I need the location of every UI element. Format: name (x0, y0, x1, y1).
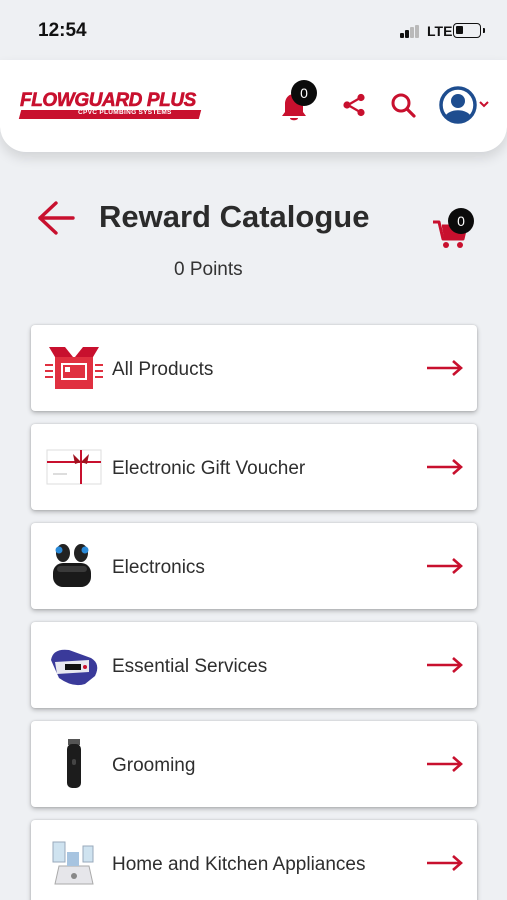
arrow-right-icon[interactable] (426, 556, 464, 576)
category-card-electronics[interactable]: Electronics (31, 523, 477, 609)
arrow-right-icon[interactable] (426, 754, 464, 774)
flowguard-logo: FLOWGUARD PLUS CPVC PLUMBING SYSTEMS (18, 88, 204, 122)
category-card-gift-voucher[interactable]: Electronic Gift Voucher (31, 424, 477, 510)
category-label: Essential Services (112, 656, 268, 677)
arrow-right-icon[interactable] (426, 358, 464, 378)
cart-badge: 0 (448, 208, 474, 234)
gift-voucher-icon (46, 449, 102, 485)
category-label: Electronic Gift Voucher (112, 458, 306, 479)
battery-icon (453, 23, 485, 38)
back-arrow-icon[interactable] (36, 199, 76, 237)
category-card-essential-services[interactable]: Essential Services (31, 622, 477, 708)
category-label: Electronics (112, 557, 205, 578)
arrow-right-icon[interactable] (426, 457, 464, 477)
points-balance: 0 Points (174, 259, 243, 280)
signal-icon (400, 25, 420, 38)
status-time: 12:54 (38, 20, 87, 41)
category-label: All Products (112, 359, 214, 380)
share-icon[interactable] (342, 93, 366, 117)
arrow-right-icon[interactable] (426, 655, 464, 675)
pulse-oximeter-icon (51, 649, 98, 686)
category-card-home-kitchen[interactable]: Home and Kitchen Appliances (31, 820, 477, 900)
mixer-grinder-icon (52, 841, 94, 885)
category-label: Home and Kitchen Appliances (112, 854, 366, 875)
earbuds-icon (53, 544, 91, 587)
search-icon[interactable] (390, 92, 416, 118)
avatar-icon[interactable] (439, 86, 477, 124)
category-label: Grooming (112, 755, 196, 776)
notification-badge: 0 (291, 80, 317, 106)
network-label: LTE (427, 23, 453, 39)
category-card-all-products[interactable]: All Products (31, 325, 477, 411)
arrow-right-icon[interactable] (426, 853, 464, 873)
all-products-box-icon (45, 347, 103, 389)
page-title: Reward Catalogue (99, 199, 370, 234)
category-card-grooming[interactable]: Grooming (31, 721, 477, 807)
app-header: FLOWGUARD PLUS CPVC PLUMBING SYSTEMS (0, 60, 507, 152)
chevron-down-icon[interactable] (478, 99, 490, 109)
trimmer-icon (67, 739, 81, 788)
status-bar: 12:54 LTE (0, 0, 507, 60)
